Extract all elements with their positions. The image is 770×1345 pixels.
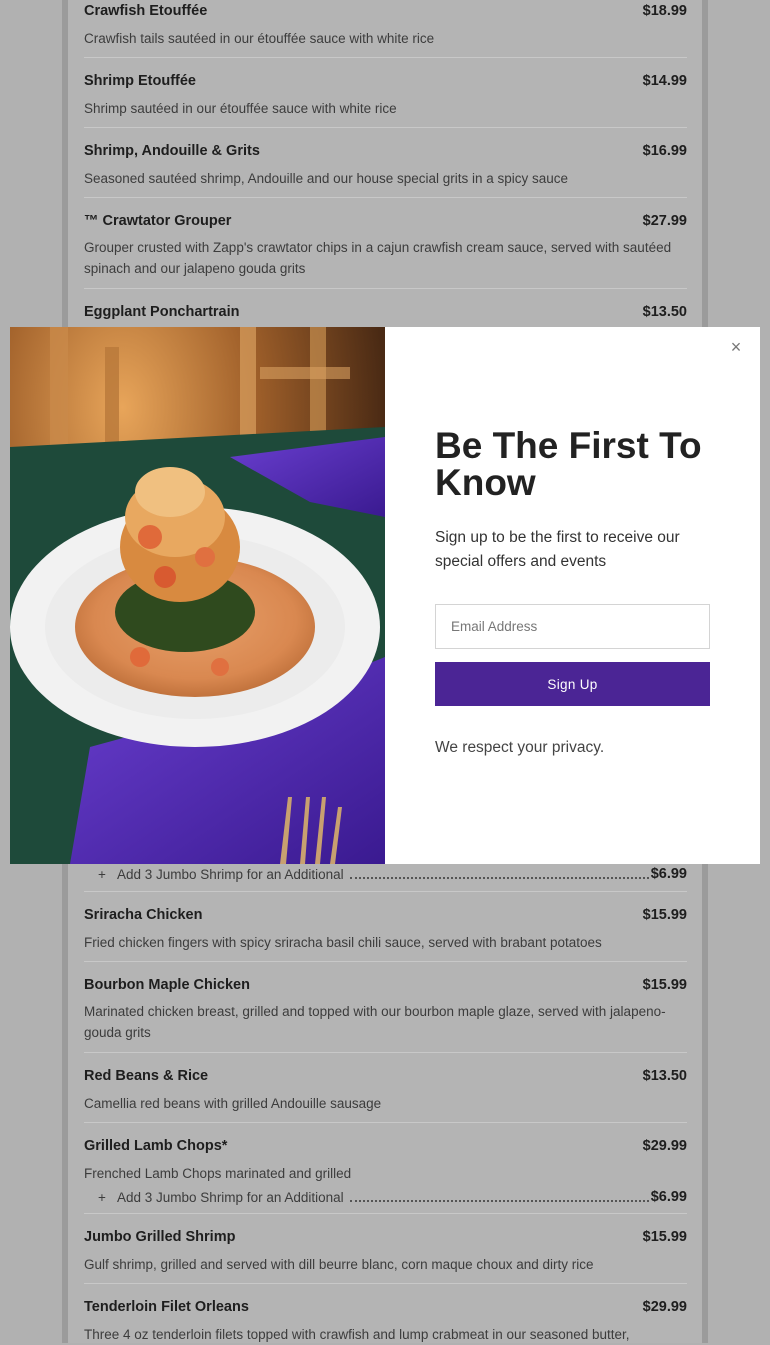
menu-item-name: Bourbon Maple Chicken — [84, 977, 250, 993]
menu-item-description: Three 4 oz tenderloin filets topped with… — [84, 1327, 630, 1342]
menu-item-price: $29.99 — [642, 1138, 687, 1154]
menu-item: Crawfish Etouffée $18.99 Crawfish tails … — [84, 0, 687, 58]
menu-item-name: Jumbo Grilled Shrimp — [84, 1229, 236, 1245]
menu-item-price: $29.99 — [642, 1299, 687, 1315]
menu-item-description: Gulf shrimp, grilled and served with dil… — [84, 1257, 594, 1272]
menu-item: Eggplant Ponchartrain $13.50 — [84, 289, 687, 327]
plus-icon: + — [98, 1190, 106, 1205]
menu-item-price: $13.50 — [642, 304, 687, 320]
menu-item-price: $15.99 — [642, 977, 687, 993]
dot-leader — [349, 1199, 649, 1202]
food-photo — [10, 327, 385, 864]
menu-item: ™ Crawtator Grouper $27.99 Grouper crust… — [84, 198, 687, 289]
menu-item-name: Sriracha Chicken — [84, 907, 203, 923]
menu-item-description: Fried chicken fingers with spicy srirach… — [84, 935, 602, 950]
menu-item-name: ™ Crawtator Grouper — [84, 213, 232, 229]
menu-addon-price: $6.99 — [650, 866, 687, 882]
menu-item: Red Beans & Rice $13.50 Camellia red bea… — [84, 1053, 687, 1123]
menu-item-name: Shrimp Etouffée — [84, 73, 196, 89]
signup-modal: × Be The First To Know Sign up to be the… — [10, 327, 760, 864]
menu-item-name: Shrimp, Andouille & Grits — [84, 143, 260, 159]
menu-addon: + Add 3 Jumbo Shrimp for an Additional $… — [98, 862, 687, 882]
menu-item-name: Grilled Lamb Chops* — [84, 1138, 228, 1154]
email-field[interactable] — [435, 604, 710, 649]
menu-item-price: $16.99 — [642, 143, 687, 159]
menu-item: Tenderloin Filet Orleans $29.99 Three 4 … — [84, 1284, 687, 1343]
dot-leader — [349, 876, 649, 879]
close-icon[interactable]: × — [726, 337, 746, 357]
menu-item: Bourbon Maple Chicken $15.99 Marinated c… — [84, 962, 687, 1053]
menu-item: Sriracha Chicken $15.99 Fried chicken fi… — [84, 892, 687, 962]
modal-subtitle: Sign up to be the first to receive our s… — [435, 529, 680, 570]
menu-item-name: Red Beans & Rice — [84, 1068, 209, 1084]
menu-item: Shrimp, Andouille & Grits $16.99 Seasone… — [84, 128, 687, 198]
menu-item-price: $15.99 — [642, 1229, 687, 1245]
menu-item-description: Shrimp sautéed in our étouffée sauce wit… — [84, 101, 397, 116]
menu-item-price: $13.50 — [642, 1068, 687, 1084]
menu-item-price: $27.99 — [642, 213, 687, 229]
menu-item: Shrimp Etouffée $14.99 Shrimp sautéed in… — [84, 58, 687, 128]
plus-icon: + — [98, 867, 106, 882]
menu-item: Jumbo Grilled Shrimp $15.99 Gulf shrimp,… — [84, 1214, 687, 1284]
menu-item-description: Frenched Lamb Chops marinated and grille… — [84, 1166, 352, 1181]
modal-title: Be The First To Know — [435, 425, 702, 503]
menu-item-name: Tenderloin Filet Orleans — [84, 1299, 249, 1315]
privacy-note: We respect your privacy. — [435, 739, 605, 756]
menu-item-price: $14.99 — [642, 73, 687, 89]
menu-item-description: Grouper crusted with Zapp's crawtator ch… — [84, 240, 672, 276]
modal-content: × Be The First To Know Sign up to be the… — [385, 327, 760, 864]
menu-item-description: Seasoned sautéed shrimp, Andouille and o… — [84, 171, 569, 186]
menu-item-description: Camellia red beans with grilled Andouill… — [84, 1096, 382, 1111]
menu-addon-label: Add 3 Jumbo Shrimp for an Additional — [117, 867, 344, 882]
sign-up-button[interactable]: Sign Up — [435, 662, 710, 706]
menu-item: Grilled Lamb Chops* $29.99 Frenched Lamb… — [84, 1123, 687, 1214]
menu-item-description: Crawfish tails sautéed in our étouffée s… — [84, 31, 435, 46]
menu-item-description: Marinated chicken breast, grilled and to… — [84, 1004, 666, 1040]
menu-addon: + Add 3 Jumbo Shrimp for an Additional $… — [98, 1185, 687, 1205]
menu-item-name: Eggplant Ponchartrain — [84, 304, 240, 320]
menu-item-price: $15.99 — [642, 907, 687, 923]
menu-addon-price: $6.99 — [650, 1189, 687, 1205]
menu-item-price: $18.99 — [642, 3, 687, 19]
menu-addon-label: Add 3 Jumbo Shrimp for an Additional — [117, 1190, 344, 1205]
menu-item-name: Crawfish Etouffée — [84, 3, 208, 19]
